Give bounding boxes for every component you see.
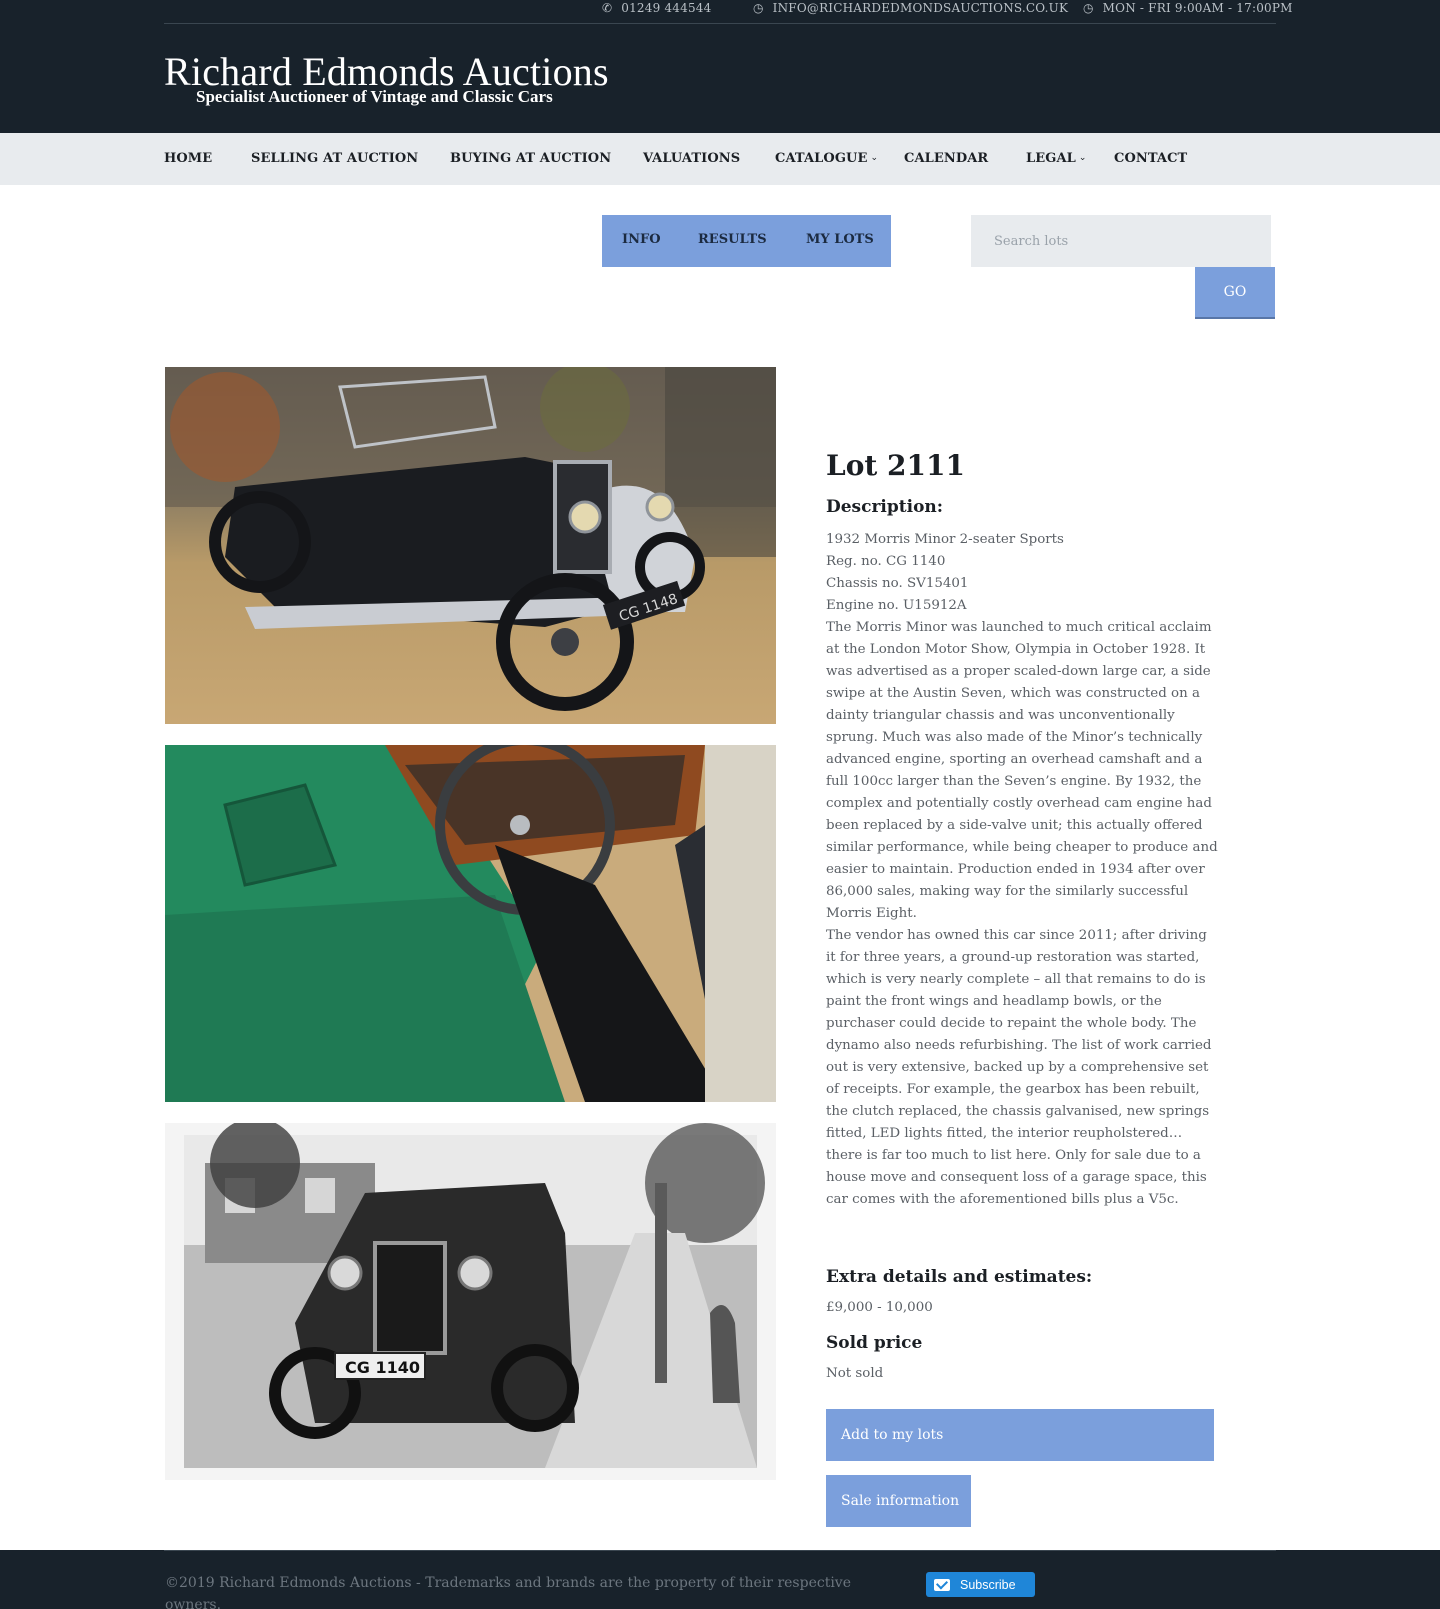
subscribe-label: Subscribe: [960, 1577, 1016, 1592]
search-go-button[interactable]: GO: [1195, 267, 1275, 319]
nav-legal-label: LEGAL: [1026, 151, 1076, 166]
extra-details-heading: Extra details and estimates:: [826, 1267, 1093, 1287]
nav-catalogue[interactable]: CATALOGUE ⌄: [775, 133, 878, 185]
site-logo[interactable]: Richard Edmonds Auctions Specialist Auct…: [164, 48, 609, 106]
copyright-text: ©2019 Richard Edmonds Auctions - Tradema…: [165, 1575, 851, 1609]
lot-photo-interior[interactable]: [165, 745, 776, 1102]
opening-hours: ◷ MON - FRI 9:00AM - 17:00PM: [1083, 0, 1293, 16]
site-header: ✆ 01249 444544 ◷ INFO@RICHARDEDMONDSAUCT…: [0, 0, 1440, 133]
sold-price-heading: Sold price: [826, 1333, 923, 1353]
nav-calendar[interactable]: CALENDAR: [904, 133, 988, 185]
lot-photo-exterior[interactable]: CG 1148: [165, 367, 776, 724]
clock-icon: ◷: [753, 1, 764, 15]
footer-divider: [164, 1550, 1276, 1551]
nav-selling-at-auction[interactable]: SELLING AT AUCTION: [251, 133, 418, 185]
description-condition: The vendor has owned this car since 2011…: [826, 928, 1212, 1207]
auction-tabs: INFO RESULTS MY LOTS: [602, 215, 891, 267]
description-heading: Description:: [826, 497, 944, 517]
description-line: 1932 Morris Minor 2-seater Sports: [826, 532, 1064, 547]
sale-information-button[interactable]: Sale information: [826, 1475, 971, 1527]
description-line: Reg. no. CG 1140: [826, 554, 946, 569]
nav-legal[interactable]: LEGAL ⌄: [1026, 133, 1087, 185]
add-to-my-lots-button[interactable]: Add to my lots: [826, 1409, 1214, 1461]
nav-home[interactable]: HOME: [164, 133, 212, 185]
phone-icon: ✆: [602, 1, 613, 15]
main-nav: HOME SELLING AT AUCTION BUYING AT AUCTIO…: [0, 133, 1440, 185]
contact-bar: ✆ 01249 444544 ◷ INFO@RICHARDEDMONDSAUCT…: [164, 0, 1292, 24]
tab-results[interactable]: RESULTS: [698, 215, 767, 267]
front-plate-text: CG 1140: [345, 1358, 420, 1377]
description-line: Engine no. U15912A: [826, 598, 967, 613]
phone-number: 01249 444544: [621, 1, 712, 15]
nav-buying-at-auction[interactable]: BUYING AT AUCTION: [450, 133, 611, 185]
nav-valuations[interactable]: VALUATIONS: [643, 133, 740, 185]
brand-subtitle: Specialist Auctioneer of Vintage and Cla…: [196, 87, 553, 106]
lot-photo-historic[interactable]: CG 1140: [165, 1123, 776, 1480]
nav-catalogue-label: CATALOGUE: [775, 151, 868, 166]
sold-price-value: Not sold: [826, 1366, 884, 1381]
lot-title: Lot 2111: [826, 449, 965, 482]
description-history: The Morris Minor was launched to much cr…: [826, 620, 1218, 921]
hours-text: MON - FRI 9:00AM - 17:00PM: [1102, 1, 1293, 15]
tab-my-lots[interactable]: MY LOTS: [806, 215, 874, 267]
estimate-value: £9,000 - 10,000: [826, 1300, 933, 1315]
chevron-down-icon: ⌄: [1078, 153, 1087, 163]
clock-icon: ◷: [1083, 1, 1094, 15]
lot-description: 1932 Morris Minor 2-seater Sports Reg. n…: [826, 529, 1218, 1211]
email-address: INFO@RICHARDEDMONDSAUCTIONS.CO.UK: [772, 1, 1069, 15]
site-footer: ©2019 Richard Edmonds Auctions - Tradema…: [0, 1550, 1440, 1609]
mail-icon: [934, 1578, 950, 1591]
email-contact[interactable]: ◷ INFO@RICHARDEDMONDSAUCTIONS.CO.UK: [753, 0, 1068, 16]
subscribe-button[interactable]: Subscribe: [926, 1572, 1035, 1597]
nav-contact[interactable]: CONTACT: [1114, 133, 1187, 185]
search-lots-input[interactable]: [971, 215, 1271, 267]
tab-info[interactable]: INFO: [622, 215, 661, 267]
phone-contact[interactable]: ✆ 01249 444544: [602, 0, 711, 16]
chevron-down-icon: ⌄: [870, 153, 879, 163]
description-line: Chassis no. SV15401: [826, 576, 969, 591]
